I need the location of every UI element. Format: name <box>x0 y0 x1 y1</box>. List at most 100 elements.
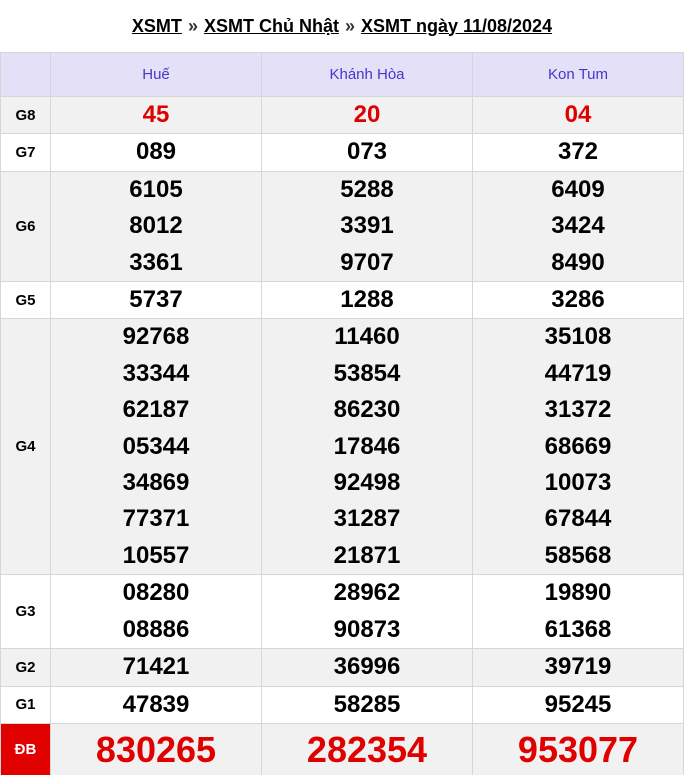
prize-number: 86230 <box>333 396 401 424</box>
prize-label: G1 <box>0 685 51 724</box>
prize-number: 3424 <box>551 212 605 240</box>
prize-number: 11460 <box>334 323 400 351</box>
prize-number: 92498 <box>333 469 401 497</box>
prize-label: G8 <box>0 95 51 135</box>
prize-cell-khanh-hoa: 073 <box>261 133 473 172</box>
prize-number: 5737 <box>129 286 183 314</box>
prize-row-g2: G2 71421 36996 39719 <box>0 648 684 687</box>
prize-row-db: ĐB 830265 282354 953077 <box>0 722 684 775</box>
prize-row-g3: G3 08280 08886 28962 90873 19890 61368 <box>0 574 684 650</box>
prize-cell-kon-tum: 6409 3424 8490 <box>472 170 684 283</box>
prize-label: G3 <box>0 574 51 650</box>
prize-cell-hue: 5737 <box>50 281 262 320</box>
province-header-hue[interactable]: Huế <box>50 52 262 97</box>
prize-number: 073 <box>346 138 388 166</box>
prize-cell-hue: 6105 8012 3361 <box>50 170 262 283</box>
results-table: Huế Khánh Hòa Kon Tum G8 45 20 04 G7 089 073 37… <box>0 52 684 775</box>
prize-cell-hue: 47839 <box>50 685 262 724</box>
prize-number: 20 <box>353 101 381 128</box>
prize-cell-kon-tum: 39719 <box>472 648 684 687</box>
prize-number: 67844 <box>544 505 612 533</box>
prize-cell-khanh-hoa: 1288 <box>261 281 473 320</box>
prize-number: 28962 <box>333 579 401 607</box>
province-header-kon-tum[interactable]: Kon Tum <box>472 52 684 97</box>
prize-number: 61368 <box>544 615 612 643</box>
prize-number: 5288 <box>340 175 394 203</box>
prize-cell-kon-tum: 3286 <box>472 281 684 320</box>
prize-cell-hue: 92768 33344 62187 05344 34869 77371 10557 <box>50 318 262 576</box>
prize-number: 10557 <box>122 541 190 569</box>
prize-cell-kon-tum: 372 <box>472 133 684 172</box>
prize-number: 08886 <box>122 615 190 643</box>
prize-row-g5: G5 5737 1288 3286 <box>0 281 684 320</box>
prize-cell-khanh-hoa: 58285 <box>261 685 473 724</box>
prize-number: 33344 <box>122 359 190 387</box>
prize-row-g1: G1 47839 58285 95245 <box>0 685 684 724</box>
prize-number: 19890 <box>544 579 612 607</box>
prize-cell-khanh-hoa: 36996 <box>261 648 473 687</box>
prize-cell-hue: 08280 08886 <box>50 574 262 650</box>
prize-number: 34869 <box>122 469 190 497</box>
prize-number: 282354 <box>306 728 428 770</box>
prize-number: 39719 <box>544 653 612 681</box>
breadcrumb-link-xsmt[interactable]: XSMT <box>132 16 182 37</box>
prize-number: 953077 <box>517 728 639 770</box>
breadcrumb: XSMT » XSMT Chủ Nhật » XSMT ngày 11/08/2… <box>0 0 684 52</box>
prize-cell-kon-tum: 19890 61368 <box>472 574 684 650</box>
prize-number: 21871 <box>333 541 401 569</box>
province-header-khanh-hoa[interactable]: Khánh Hòa <box>261 52 473 97</box>
prize-cell-khanh-hoa: 282354 <box>261 722 473 775</box>
results-body: G8 45 20 04 G7 089 073 372 G6 6105 8012 3361 5288 339… <box>0 95 684 775</box>
prize-number: 9707 <box>340 248 394 276</box>
prize-cell-hue: 089 <box>50 133 262 172</box>
prize-cell-khanh-hoa: 11460 53854 86230 17846 92498 31287 21871 <box>261 318 473 576</box>
prize-number: 10073 <box>544 469 612 497</box>
prize-label: G4 <box>0 318 51 576</box>
prize-label: G6 <box>0 170 51 283</box>
prize-number: 58568 <box>544 541 612 569</box>
prize-number: 8490 <box>551 248 605 276</box>
breadcrumb-separator: » <box>187 15 198 36</box>
prize-cell-khanh-hoa: 20 <box>261 95 473 135</box>
prize-number: 3286 <box>551 286 605 314</box>
prize-cell-kon-tum: 04 <box>472 95 684 135</box>
prize-number: 47839 <box>122 690 190 718</box>
prize-cell-khanh-hoa: 5288 3391 9707 <box>261 170 473 283</box>
table-header-row: Huế Khánh Hòa Kon Tum <box>0 52 684 97</box>
prize-cell-kon-tum: 953077 <box>472 722 684 775</box>
prize-number: 17846 <box>333 432 401 460</box>
prize-label: ĐB <box>0 722 51 775</box>
prize-number: 372 <box>557 138 599 166</box>
prize-number: 08280 <box>122 579 190 607</box>
prize-cell-khanh-hoa: 28962 90873 <box>261 574 473 650</box>
prize-number: 68669 <box>544 432 612 460</box>
prize-cell-kon-tum: 35108 44719 31372 68669 10073 67844 58568 <box>472 318 684 576</box>
breadcrumb-link-xsmt-date[interactable]: XSMT ngày 11/08/2024 <box>361 16 552 37</box>
prize-row-g4: G4 92768 33344 62187 05344 34869 77371 10557 114… <box>0 318 684 576</box>
prize-cell-kon-tum: 95245 <box>472 685 684 724</box>
prize-cell-hue: 45 <box>50 95 262 135</box>
prize-number: 58285 <box>333 690 401 718</box>
prize-cell-hue: 830265 <box>50 722 262 775</box>
prize-row-g8: G8 45 20 04 <box>0 95 684 135</box>
prize-number: 71421 <box>122 653 190 681</box>
prize-number: 830265 <box>95 728 217 770</box>
prize-number: 95245 <box>544 690 612 718</box>
prize-label: G5 <box>0 281 51 320</box>
prize-row-g7: G7 089 073 372 <box>0 133 684 172</box>
prize-number: 62187 <box>122 396 190 424</box>
prize-number: 90873 <box>333 615 401 643</box>
prize-number: 31287 <box>333 505 401 533</box>
prize-number: 36996 <box>333 653 401 681</box>
prize-number: 35108 <box>544 323 612 351</box>
prize-number: 77371 <box>122 505 190 533</box>
prize-number: 8012 <box>129 212 183 240</box>
prize-label: G7 <box>0 133 51 172</box>
prize-number: 3361 <box>129 248 183 276</box>
prize-number: 3391 <box>340 212 394 240</box>
prize-number: 1288 <box>340 286 394 314</box>
header-corner <box>0 52 51 97</box>
prize-number: 04 <box>564 101 592 128</box>
prize-number: 05344 <box>122 432 190 460</box>
breadcrumb-link-xsmt-sunday[interactable]: XSMT Chủ Nhật <box>204 16 339 37</box>
